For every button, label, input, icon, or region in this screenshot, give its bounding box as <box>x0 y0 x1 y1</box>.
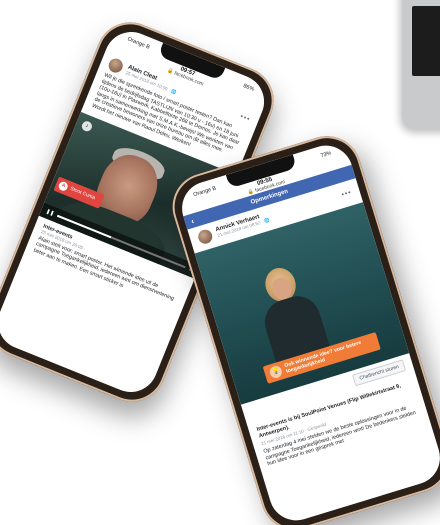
corner-device-screen <box>412 6 440 76</box>
globe-icon: 🌐 <box>263 217 271 224</box>
avatar[interactable] <box>106 56 125 75</box>
back-arrow-icon[interactable]: ‹ <box>190 216 195 225</box>
cta-icon: A <box>57 179 70 192</box>
cta-label: Stoot Cuma <box>69 185 96 202</box>
more-options-icon[interactable]: ••• <box>239 113 251 123</box>
phone-right-screen: Orange B 73% 09:55 🔒 facebook.com ‹ Opme… <box>175 138 440 525</box>
lightbulb-icon: 💡 <box>268 364 284 380</box>
marketing-scene: Orange B 86% 09:57 🔒 facebook.com Alain … <box>0 0 440 525</box>
pause-icon[interactable]: ❚❚ <box>45 208 55 217</box>
more-options-icon[interactable]: ••• <box>341 189 353 199</box>
corner-device <box>402 0 440 130</box>
avatar[interactable] <box>196 227 214 246</box>
volume-icon[interactable]: ♪ <box>80 119 94 133</box>
globe-icon: 🌐 <box>170 88 178 96</box>
phone-right: Orange B 73% 09:55 🔒 facebook.com ‹ Opme… <box>164 127 440 525</box>
